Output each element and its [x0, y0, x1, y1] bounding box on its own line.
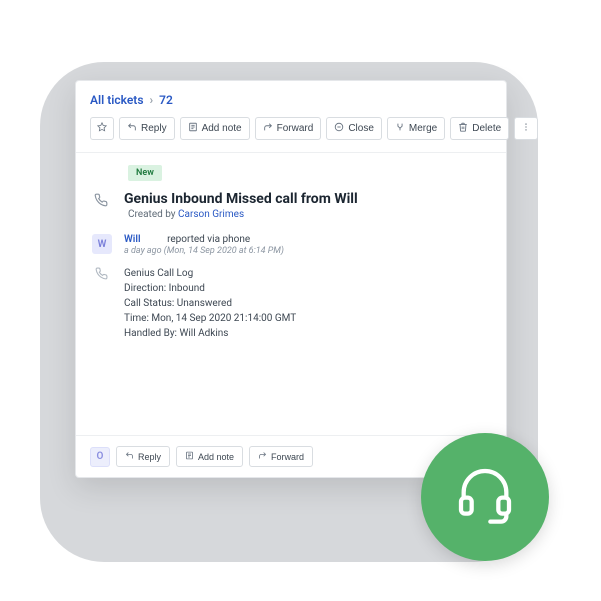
chevron-right-icon: ›	[150, 93, 154, 107]
merge-label: Merge	[409, 123, 437, 134]
reply-button[interactable]: Reply	[119, 117, 175, 140]
headset-icon	[453, 463, 517, 531]
call-log-time: Time: Mon, 14 Sep 2020 21:14:00 GMT	[124, 311, 296, 326]
more-button[interactable]	[514, 117, 538, 140]
note-icon	[188, 122, 198, 135]
reply-label: Reply	[141, 123, 167, 134]
toolbar: Reply Add note Forward Close Merge	[76, 117, 506, 153]
delete-label: Delete	[472, 123, 501, 134]
ticket-body: New Genius Inbound Missed call from Will…	[76, 153, 506, 435]
close-button[interactable]: Close	[326, 117, 382, 140]
forward-icon	[258, 451, 267, 462]
forward-button[interactable]: Forward	[255, 117, 322, 140]
phone-icon	[90, 191, 112, 207]
footer-add-note-button[interactable]: Add note	[176, 446, 243, 467]
delete-button[interactable]: Delete	[450, 117, 509, 140]
merge-button[interactable]: Merge	[387, 117, 445, 140]
add-note-button[interactable]: Add note	[180, 117, 250, 140]
footer-add-note-label: Add note	[198, 452, 234, 462]
breadcrumb-all-tickets[interactable]: All tickets	[90, 93, 144, 107]
phone-icon	[90, 266, 112, 280]
created-by: Created by Carson Grimes	[128, 209, 492, 220]
call-log-heading: Genius Call Log	[124, 266, 296, 281]
reply-icon	[125, 451, 134, 462]
call-log-direction: Direction: Inbound	[124, 281, 296, 296]
reported-via: reported via phone	[167, 234, 250, 245]
reply-icon	[127, 122, 137, 135]
call-log-status: Call Status: Unanswered	[124, 296, 296, 311]
ticket-card: All tickets › 72 Reply Add note Forward	[75, 80, 507, 478]
note-icon	[185, 451, 194, 462]
created-by-label: Created by	[128, 209, 176, 220]
ticket-title: Genius Inbound Missed call from Will	[124, 191, 358, 207]
merge-icon	[395, 122, 405, 135]
reported-time: a day ago (Mon, 14 Sep 2020 at 6:14 PM)	[124, 246, 284, 256]
call-log-handled-by: Handled By: Will Adkins	[124, 326, 296, 341]
add-note-label: Add note	[202, 123, 242, 134]
reporter-name[interactable]: Will	[124, 234, 141, 245]
created-by-name[interactable]: Carson Grimes	[178, 209, 244, 220]
star-icon	[97, 122, 107, 135]
footer-reply-button[interactable]: Reply	[116, 446, 170, 467]
breadcrumb-ticket-id[interactable]: 72	[159, 93, 173, 107]
more-vertical-icon	[521, 122, 531, 135]
support-fab[interactable]	[421, 433, 549, 561]
footer-forward-button[interactable]: Forward	[249, 446, 313, 467]
footer-forward-label: Forward	[271, 452, 304, 462]
call-log: Genius Call Log Direction: Inbound Call …	[124, 266, 296, 341]
footer-reply-label: Reply	[138, 452, 161, 462]
forward-icon	[263, 122, 273, 135]
avatar: W	[92, 234, 112, 254]
forward-label: Forward	[277, 123, 314, 134]
status-badge: New	[128, 165, 162, 181]
trash-icon	[458, 122, 468, 135]
star-button[interactable]	[90, 117, 114, 140]
close-icon	[334, 122, 344, 135]
avatar: O	[90, 447, 110, 467]
close-label: Close	[348, 123, 374, 134]
breadcrumb: All tickets › 72	[76, 81, 506, 117]
